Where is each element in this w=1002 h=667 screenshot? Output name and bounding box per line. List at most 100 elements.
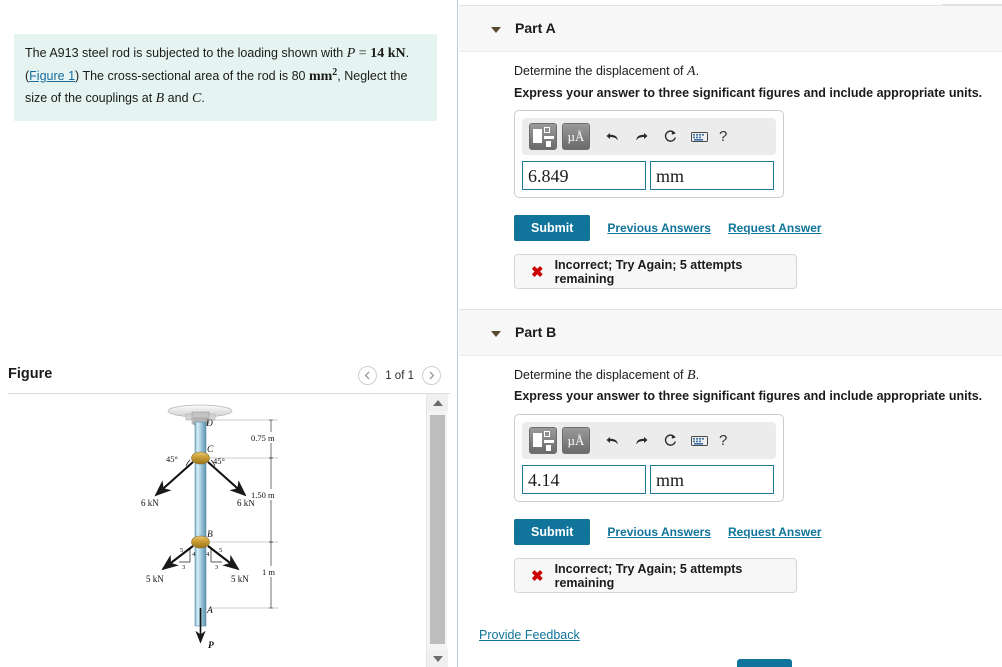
force-arrow-B-right [207,545,240,571]
undo-arrow-icon[interactable] [599,124,625,150]
part-b-feedback-text: Incorrect; Try Again; 5 attempts remaini… [554,561,743,590]
caret-down-icon [432,655,443,662]
caret-up-icon [432,399,443,406]
keyboard-icon[interactable] [686,124,712,150]
part-b-value-input[interactable]: 4.14 [522,465,646,494]
chevron-right-icon [429,371,435,380]
problem-units-area: mm [308,68,333,84]
part-a-instruction: Express your answer to three significant… [514,86,983,100]
figure-1-link[interactable]: Figure 1 [29,69,75,83]
tri-right-4: 4 [206,551,210,558]
figure-scroll-thumb[interactable] [430,415,445,644]
problem-text-2: ) The cross-sectional area of the rod is… [75,68,309,83]
reset-circle-icon[interactable] [657,428,683,454]
problem-math-C: C [192,90,202,106]
part-a-actions: Submit Previous Answers Request Answer [514,215,822,241]
problem-period-2: . [201,90,205,105]
provide-feedback-link[interactable]: Provide Feedback [479,628,580,642]
part-a-answer-widget: µÅ ? 6.849 mm [514,110,784,198]
force-B-right-label: 5 kN [231,574,249,584]
tri-right-5: 5 [219,547,222,554]
part-a-request-answer-link[interactable]: Request Answer [728,221,822,235]
figure-image-viewport[interactable]: D C B A 45° 45° 6 kN 6 kN 5 4 3 4 5 3 5 … [0,394,425,667]
force-arrow-B-left [161,545,194,571]
tri-right-3: 3 [215,564,218,571]
part-b-unit-input[interactable]: mm [650,465,774,494]
label-A: A [206,606,213,616]
part-a-question-var: A [687,64,696,79]
redo-arrow-icon[interactable] [628,428,654,454]
angle-right-label: 45° [213,456,225,466]
part-b-question-post: . [695,368,700,382]
undo-arrow-icon[interactable] [599,428,625,454]
reset-circle-icon[interactable] [657,124,683,150]
problem-text-4: and [164,90,193,105]
part-b-answer-widget: µÅ ? 4.14 mm [514,414,784,502]
part-b-feedback: ✖ Incorrect; Try Again; 5 attempts remai… [514,558,797,593]
figure-scrollbar[interactable] [426,394,448,667]
tri-left-3: 3 [182,564,185,571]
problem-page: The A913 steel rod is subjected to the l… [0,0,1002,667]
part-a-value-input[interactable]: 6.849 [522,161,646,190]
rod-loading-diagram: D C B A 45° 45° 6 kN 6 kN 5 4 3 4 5 3 5 … [141,404,291,651]
problem-statement: The A913 steel rod is subjected to the l… [14,34,437,122]
part-a-question-post: . [695,64,700,78]
part-b-actions: Submit Previous Answers Request Answer [514,519,822,545]
part-a-feedback: ✖ Incorrect; Try Again; 5 attempts remai… [514,254,797,289]
part-a-label: Part A [515,20,556,36]
dim-bot-label: 1 m [262,567,275,577]
figure-scroll-down-button[interactable] [427,650,448,667]
problem-math-B: B [155,90,165,106]
caret-down-icon[interactable] [491,331,501,337]
dim-mid-label: 1.50 m [251,490,275,500]
label-D: D [205,419,213,429]
micro-angstrom-icon[interactable]: µÅ [562,123,590,150]
next-button[interactable] [737,659,792,667]
red-x-icon: ✖ [531,567,544,585]
part-b-toolbar: µÅ ? [522,422,776,459]
part-a-question: Determine the displacement of A. [514,64,699,80]
part-a-submit-button[interactable]: Submit [514,215,591,241]
problem-text-1: The A913 steel rod is subjected to the l… [25,46,347,60]
part-a-question-pre: Determine the displacement of [514,64,688,78]
part-b-question-pre: Determine the displacement of [514,368,688,382]
part-b-label: Part B [515,324,557,340]
part-a-header[interactable]: Part A [459,5,1002,52]
part-b-previous-answers-link[interactable]: Previous Answers [607,525,711,539]
part-b-question: Determine the displacement of B. [514,368,699,384]
angle-left-label: 45° [166,454,178,464]
caret-down-icon[interactable] [491,27,501,33]
help-question-icon[interactable]: ? [719,128,727,145]
redo-arrow-icon[interactable] [628,124,654,150]
part-a-unit-input[interactable]: mm [650,161,774,190]
part-b-header[interactable]: Part B [459,309,1002,356]
red-x-icon: ✖ [531,263,544,281]
problem-math-P: P [346,46,356,61]
figure-next-button[interactable] [422,366,441,385]
left-panel: The A913 steel rod is subjected to the l… [0,0,458,667]
part-b-fields: 4.14 mm [522,465,776,494]
chevron-left-icon [364,371,370,380]
micro-angstrom-icon[interactable]: µÅ [562,427,590,454]
label-P: P [208,641,214,651]
math-template-icon[interactable] [529,123,557,150]
help-question-icon[interactable]: ? [719,432,727,449]
force-B-left-label: 5 kN [146,574,164,584]
figure-page-label: 1 of 1 [385,369,414,382]
part-b-request-answer-link[interactable]: Request Answer [728,525,822,539]
part-b-submit-button[interactable]: Submit [514,519,591,545]
figure-scroll-up-button[interactable] [427,394,448,411]
force-C-left-label: 6 kN [141,498,159,508]
part-b-question-var: B [687,368,696,383]
keyboard-icon[interactable] [686,428,712,454]
part-a-toolbar: µÅ ? [522,118,776,155]
part-a-previous-answers-link[interactable]: Previous Answers [607,221,711,235]
problem-value-P: 14 kN [370,46,406,61]
math-template-icon[interactable] [529,427,557,454]
tri-left-5: 5 [180,547,183,554]
force-arrow-C-left [154,461,194,497]
figure-prev-button[interactable] [358,366,378,385]
figure-section-title: Figure [8,366,53,382]
part-b-instruction: Express your answer to three significant… [514,389,983,403]
part-a-fields: 6.849 mm [522,161,776,190]
